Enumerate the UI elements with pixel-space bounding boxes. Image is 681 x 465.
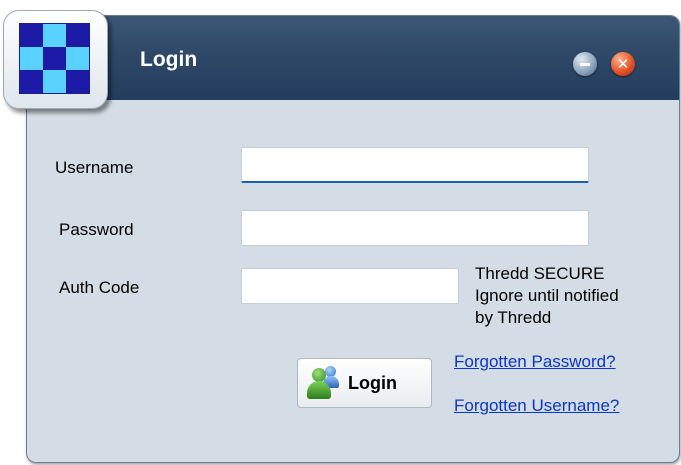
password-field[interactable]: [241, 210, 589, 246]
auth-note: Thredd SECURE Ignore until notified by T…: [475, 263, 675, 329]
auth-note-line-3: by Thredd: [475, 308, 552, 327]
auth-code-label: Auth Code: [59, 278, 140, 297]
auth-code-field[interactable]: [241, 268, 459, 304]
username-label: Username: [55, 158, 134, 177]
login-button[interactable]: Login: [297, 358, 432, 408]
username-field[interactable]: [241, 147, 589, 183]
auth-note-line-2: Ignore until notified: [475, 286, 619, 305]
close-icon[interactable]: ✕: [611, 52, 635, 76]
auth-note-line-1: Thredd SECURE: [475, 264, 605, 283]
users-icon: [306, 366, 340, 400]
logo-grid: [19, 23, 90, 94]
forgot-username-link[interactable]: Forgotten Username?: [454, 396, 619, 416]
title-bar[interactable]: Login ✕: [27, 16, 679, 100]
password-label: Password: [59, 220, 134, 239]
window-title: Login: [140, 48, 198, 71]
checkered-logo-icon: [3, 10, 108, 109]
login-button-label: Login: [348, 372, 397, 393]
forgot-password-link[interactable]: Forgotten Password?: [454, 352, 616, 372]
minimize-icon[interactable]: [573, 52, 597, 76]
